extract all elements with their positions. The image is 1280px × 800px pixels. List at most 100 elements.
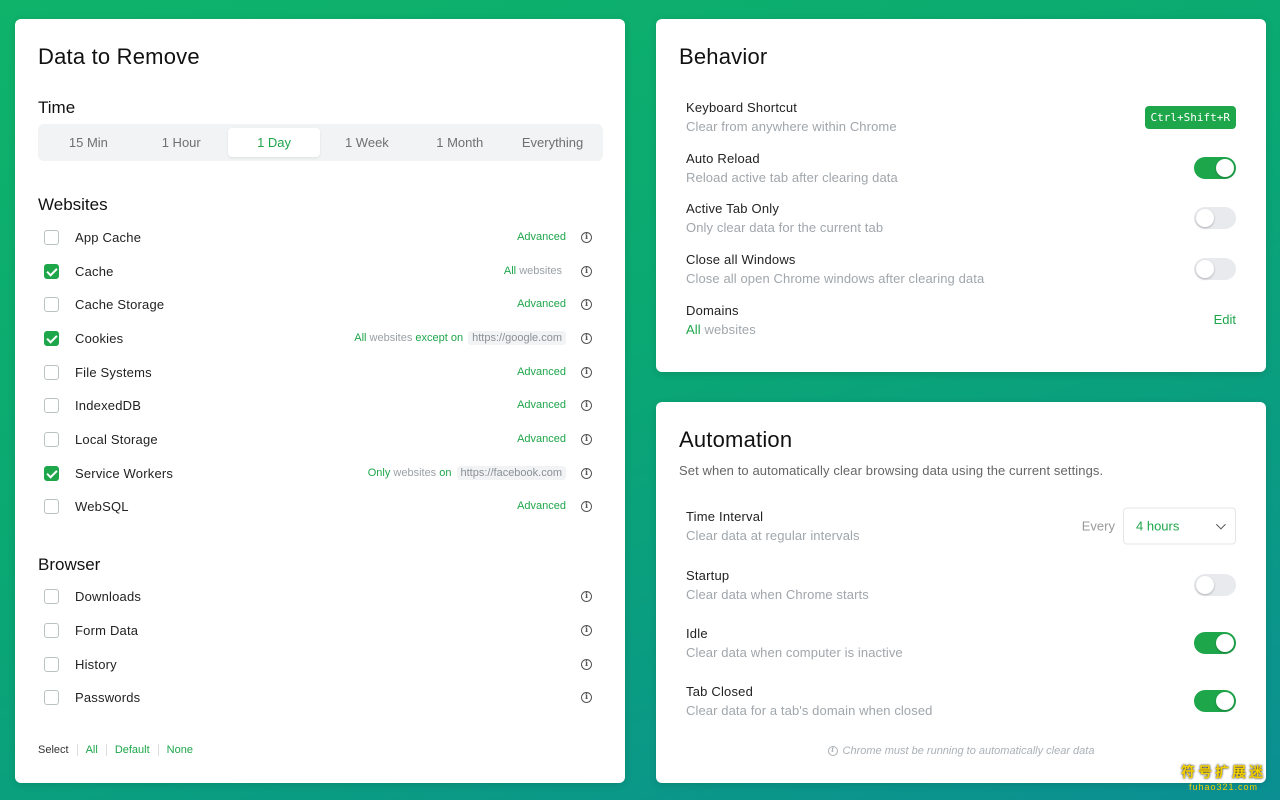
checkbox-file-systems[interactable]	[44, 364, 59, 380]
setting-title: Tab Closed	[686, 684, 754, 699]
time-option-everything[interactable]: Everything	[506, 128, 599, 157]
info-icon[interactable]	[581, 590, 592, 602]
time-heading: Time	[38, 98, 76, 117]
auto-reload-toggle[interactable]	[1194, 157, 1236, 179]
automation-card: Automation Set when to automatically cle…	[656, 402, 1266, 783]
domain-chip[interactable]: https://google.com	[468, 331, 566, 345]
item-label: History	[75, 656, 117, 672]
checkbox-downloads[interactable]	[44, 588, 59, 604]
interval-value: 4 hours	[1136, 518, 1180, 534]
list-item: Cache All websites	[44, 259, 592, 283]
domain-chip[interactable]: https://facebook.com	[456, 466, 566, 480]
item-label: Cache Storage	[75, 296, 165, 312]
checkbox-local-storage[interactable]	[44, 431, 59, 447]
chevron-down-icon	[1215, 519, 1226, 530]
info-icon[interactable]	[581, 624, 592, 636]
setting-title: Auto Reload	[686, 151, 760, 166]
setting-title: Close all Windows	[686, 252, 796, 267]
select-all-link[interactable]: All	[76, 744, 106, 756]
startup-toggle[interactable]	[1194, 574, 1236, 596]
item-label: Local Storage	[75, 431, 158, 447]
checkbox-websql[interactable]	[44, 498, 59, 514]
list-item: History	[44, 652, 592, 676]
list-item: Cache Storage Advanced	[44, 292, 592, 316]
item-label: Cookies	[75, 330, 124, 346]
item-label: WebSQL	[75, 498, 129, 514]
advanced-link[interactable]: Advanced	[517, 399, 566, 411]
info-icon[interactable]	[581, 399, 592, 411]
checkbox-form-data[interactable]	[44, 622, 59, 638]
advanced-link[interactable]: Advanced	[517, 500, 566, 512]
list-item: Downloads	[44, 584, 592, 608]
info-icon[interactable]	[581, 332, 592, 344]
info-icon[interactable]	[581, 691, 592, 703]
setting-description: Clear data when computer is inactive	[686, 645, 903, 660]
list-item: IndexedDB Advanced	[44, 393, 592, 417]
checkbox-cache[interactable]	[44, 263, 59, 279]
item-label: App Cache	[75, 229, 142, 245]
info-icon[interactable]	[581, 658, 592, 670]
scope-text[interactable]: All websites	[504, 265, 562, 277]
time-option-1-month[interactable]: 1 Month	[413, 128, 506, 157]
tab-closed-setting: Tab Closed Clear data for a tab's domain…	[686, 684, 1236, 718]
setting-description: Only clear data for the current tab	[686, 220, 884, 235]
info-icon[interactable]	[581, 231, 592, 243]
select-none-link[interactable]: None	[157, 744, 201, 756]
time-option-1-hour[interactable]: 1 Hour	[135, 128, 228, 157]
tab-closed-toggle[interactable]	[1194, 690, 1236, 712]
item-label: Service Workers	[75, 465, 174, 481]
list-item: File Systems Advanced	[44, 360, 592, 384]
setting-description: Clear data when Chrome starts	[686, 587, 869, 602]
time-range-selector: 15 Min 1 Hour 1 Day 1 Week 1 Month Every…	[38, 124, 603, 161]
select-presets: Select All Default None	[38, 744, 201, 756]
auto-reload-setting: Auto Reload Reload active tab after clea…	[686, 151, 1236, 185]
info-icon	[827, 745, 838, 756]
checkbox-passwords[interactable]	[44, 689, 59, 705]
every-label: Every	[1081, 518, 1115, 534]
time-option-1-week[interactable]: 1 Week	[320, 128, 413, 157]
active-tab-only-toggle[interactable]	[1194, 207, 1236, 229]
advanced-link[interactable]: Advanced	[517, 366, 566, 378]
idle-toggle[interactable]	[1194, 632, 1236, 654]
item-label: Form Data	[75, 622, 139, 638]
checkbox-app-cache[interactable]	[44, 229, 59, 245]
checkbox-service-workers[interactable]	[44, 465, 59, 481]
checkbox-cache-storage[interactable]	[44, 296, 59, 312]
scope-text[interactable]: Only websites on	[368, 467, 452, 479]
time-option-15-min[interactable]: 15 Min	[42, 128, 135, 157]
scope-text[interactable]: All websites except on	[354, 332, 463, 344]
close-all-windows-setting: Close all Windows Close all open Chrome …	[686, 252, 1236, 286]
behavior-title: Behavior	[679, 44, 768, 69]
advanced-link[interactable]: Advanced	[517, 433, 566, 445]
setting-title: Domains	[686, 303, 739, 318]
setting-title: Active Tab Only	[686, 201, 780, 216]
info-icon[interactable]	[581, 366, 592, 378]
list-item: Passwords	[44, 685, 592, 709]
checkbox-cookies[interactable]	[44, 330, 59, 346]
edit-domains-link[interactable]: Edit	[1214, 312, 1236, 327]
checkbox-history[interactable]	[44, 656, 59, 672]
interval-dropdown[interactable]: 4 hours	[1123, 507, 1236, 545]
item-label: Passwords	[75, 689, 141, 705]
info-icon[interactable]	[581, 433, 592, 445]
idle-setting: Idle Clear data when computer is inactiv…	[686, 626, 1236, 660]
checkbox-indexeddb[interactable]	[44, 397, 59, 413]
advanced-link[interactable]: Advanced	[517, 231, 566, 243]
select-default-link[interactable]: Default	[105, 744, 158, 756]
automation-subtitle: Set when to automatically clear browsing…	[679, 463, 1104, 478]
item-label: Cache	[75, 263, 114, 279]
item-label: Downloads	[75, 588, 142, 604]
info-icon[interactable]	[581, 500, 592, 512]
advanced-link[interactable]: Advanced	[517, 298, 566, 310]
setting-description: Clear data for a tab's domain when close…	[686, 703, 933, 718]
info-icon[interactable]	[581, 467, 592, 479]
keyboard-shortcut-badge[interactable]: Ctrl+Shift+R	[1144, 106, 1236, 129]
note-text: Chrome must be running to automatically …	[842, 745, 1095, 757]
data-to-remove-card: Data to Remove Time 15 Min 1 Hour 1 Day …	[15, 19, 625, 783]
time-option-1-day[interactable]: 1 Day	[227, 128, 321, 157]
list-item: Cookies All websites except on https://go…	[44, 326, 592, 350]
time-interval-setting: Time Interval Clear data at regular inte…	[686, 507, 1236, 545]
info-icon[interactable]	[581, 298, 592, 310]
close-all-windows-toggle[interactable]	[1194, 258, 1236, 280]
info-icon[interactable]	[581, 265, 592, 277]
